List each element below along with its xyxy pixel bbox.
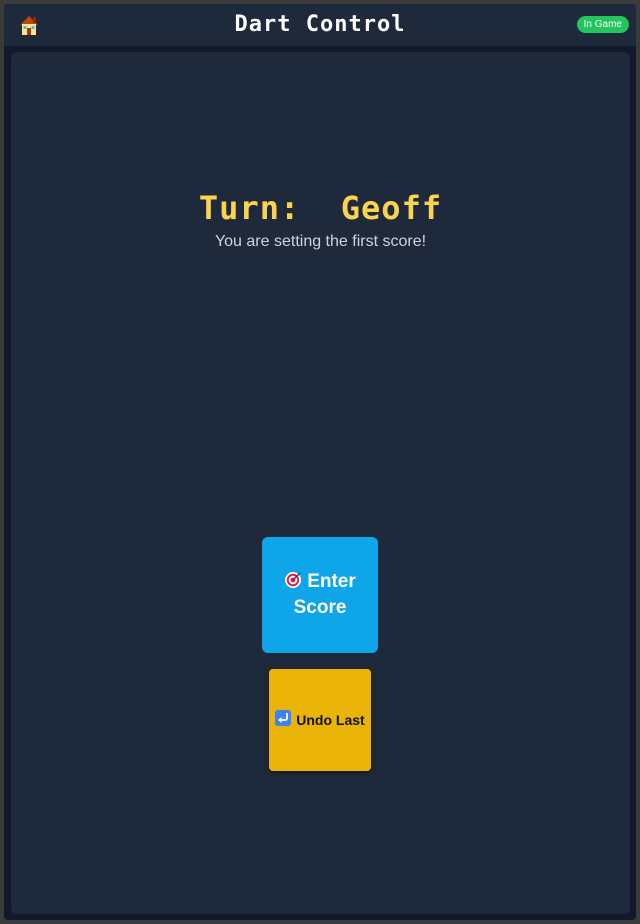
undo-last-label: Undo Last (296, 712, 365, 728)
dartboard-target-icon (284, 571, 302, 589)
app-frame: Dart Control In Game Turn: Geoff You are… (4, 4, 636, 920)
enter-score-button[interactable]: Enter Score (262, 537, 378, 653)
undo-last-button[interactable]: Undo Last (269, 669, 371, 771)
turn-heading: Turn: Geoff (198, 189, 443, 227)
enter-score-label: Enter Score (293, 571, 356, 618)
return-arrow-icon (275, 710, 292, 726)
app-title: Dart Control (234, 12, 406, 37)
top-bar: Dart Control In Game (4, 4, 636, 46)
turn-subtext: You are setting the first score! (214, 233, 427, 250)
game-panel: Turn: Geoff You are setting the first sc… (11, 52, 630, 914)
status-badge: In Game (576, 16, 629, 33)
